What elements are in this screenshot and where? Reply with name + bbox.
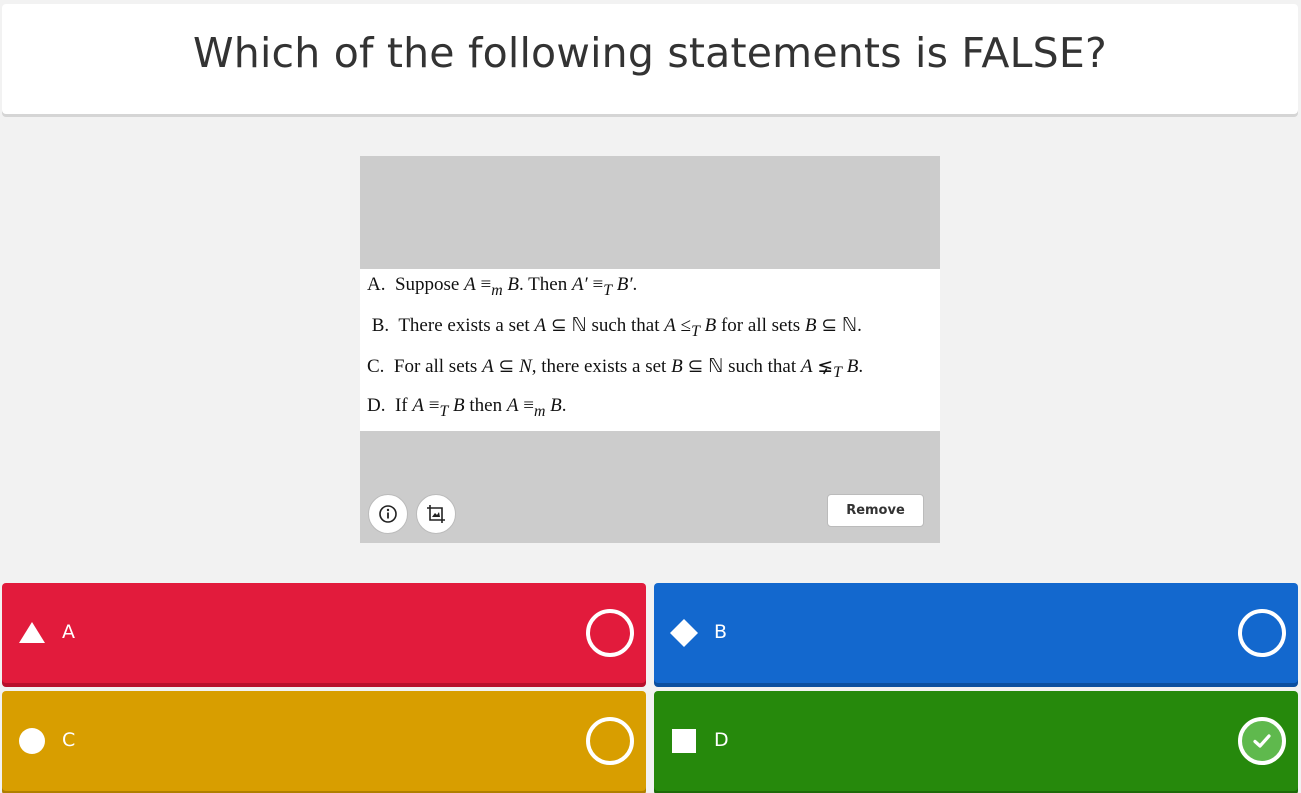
- answer-c[interactable]: C: [2, 691, 646, 791]
- question-title[interactable]: Which of the following statements is FAL…: [193, 29, 1107, 77]
- triangle-icon: [19, 622, 45, 643]
- answer-c-select-toggle[interactable]: [586, 717, 634, 765]
- answer-a[interactable]: A: [2, 583, 646, 683]
- answer-b-select-toggle[interactable]: [1238, 609, 1286, 657]
- question-media: A. Suppose A ≡m B. Then A′ ≡T B′. B. The…: [360, 156, 940, 543]
- remove-button[interactable]: Remove: [827, 494, 924, 527]
- answer-b-label: B: [714, 621, 728, 643]
- question-card: Which of the following statements is FAL…: [2, 4, 1298, 114]
- circle-icon: [19, 728, 45, 754]
- statement-b: B. There exists a set A ⊆ ℕ such that A …: [367, 315, 862, 340]
- statement-c: C. For all sets A ⊆ N, there exists a se…: [367, 356, 864, 381]
- square-icon: [672, 729, 696, 753]
- crop-image-icon: [427, 505, 445, 523]
- answer-a-label: A: [62, 621, 75, 643]
- statement-a: A. Suppose A ≡m B. Then A′ ≡T B′.: [367, 274, 638, 299]
- answer-a-select-toggle[interactable]: [586, 609, 634, 657]
- answer-c-label: C: [62, 729, 76, 751]
- diamond-icon: [670, 619, 698, 647]
- checkmark-icon: [1253, 734, 1271, 748]
- answer-d[interactable]: D: [654, 691, 1298, 791]
- info-button[interactable]: [368, 494, 408, 534]
- statement-d: D. If A ≡T B then A ≡m B.: [367, 395, 567, 420]
- answer-d-label: D: [714, 729, 729, 751]
- statements-image: A. Suppose A ≡m B. Then A′ ≡T B′. B. The…: [360, 269, 940, 431]
- answer-b[interactable]: B: [654, 583, 1298, 683]
- crop-button[interactable]: [416, 494, 456, 534]
- answer-d-correct-toggle[interactable]: [1238, 717, 1286, 765]
- info-icon: [379, 505, 397, 523]
